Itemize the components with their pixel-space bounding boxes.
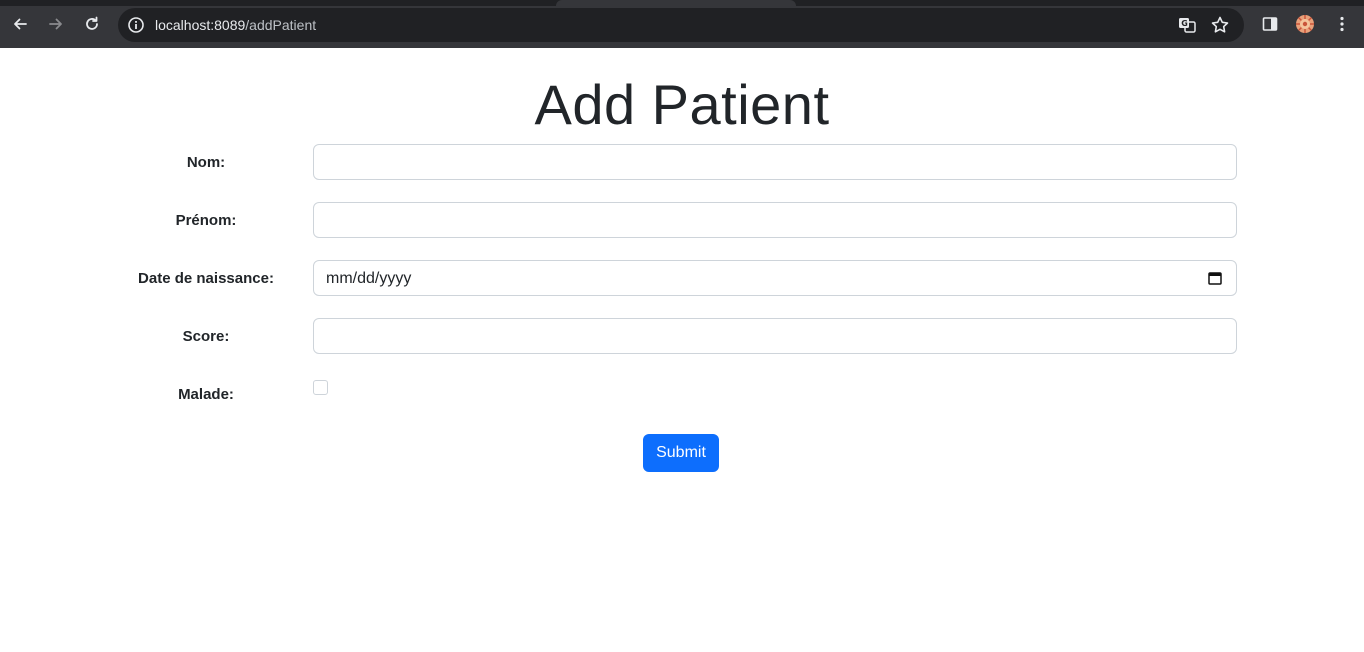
translate-icon[interactable]: G xyxy=(1177,15,1197,35)
date-placeholder: mm/dd/yyyy xyxy=(326,270,412,287)
profile-avatar-icon[interactable] xyxy=(1292,11,1318,37)
forward-icon[interactable] xyxy=(43,11,69,37)
date-naissance-input[interactable]: mm/dd/yyyy xyxy=(313,260,1237,296)
url-host: localhost:8089 xyxy=(155,17,246,33)
svg-text:G: G xyxy=(1181,19,1188,28)
malade-checkbox[interactable] xyxy=(313,380,328,395)
prenom-label: Prénom: xyxy=(175,212,237,229)
date-naissance-label: Date de naissance: xyxy=(138,270,274,287)
url-path: /addPatient xyxy=(245,17,317,33)
back-icon[interactable] xyxy=(7,11,33,37)
address-bar[interactable]: localhost:8089/addPatient G xyxy=(118,8,1244,42)
page-title: Add Patient xyxy=(534,73,830,136)
score-label: Score: xyxy=(182,328,230,345)
side-panel-icon[interactable] xyxy=(1257,11,1283,37)
bookmark-star-icon[interactable] xyxy=(1210,15,1230,35)
submit-button[interactable]: Submit xyxy=(643,434,719,472)
site-info-icon[interactable] xyxy=(127,16,145,34)
browser-toolbar: localhost:8089/addPatient G xyxy=(0,0,1364,48)
reload-icon[interactable] xyxy=(79,11,105,37)
prenom-input[interactable] xyxy=(313,202,1237,238)
nom-input[interactable] xyxy=(313,144,1237,180)
tab-strip xyxy=(0,0,1364,6)
calendar-icon[interactable] xyxy=(1208,271,1222,285)
url-text: localhost:8089/addPatient xyxy=(155,16,316,34)
malade-label: Malade: xyxy=(178,386,234,403)
menu-kebab-icon[interactable] xyxy=(1329,11,1355,37)
score-input[interactable] xyxy=(313,318,1237,354)
nom-label: Nom: xyxy=(186,154,226,171)
active-tab[interactable] xyxy=(556,0,796,6)
